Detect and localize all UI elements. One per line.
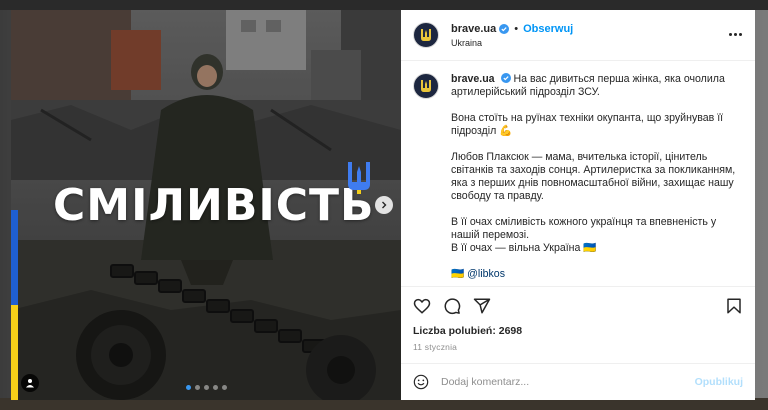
publish-button[interactable]: Opublikuj [695, 376, 743, 388]
verified-badge-icon [500, 73, 511, 83]
comment-icon[interactable] [443, 297, 461, 315]
post-actions: Liczba polubień: 2698 11 stycznia [401, 286, 755, 363]
chevron-right-icon [382, 201, 387, 209]
trident-icon [348, 162, 370, 194]
avatar[interactable] [413, 22, 439, 48]
post-modal: СМІЛИВІСТЬ brave.ua • Obserwuj Ukraina b… [11, 10, 755, 400]
header-separator: • [514, 22, 519, 35]
header-username[interactable]: brave.ua [451, 23, 496, 35]
next-image-button[interactable] [375, 196, 393, 214]
carousel-dot [212, 385, 218, 390]
carousel-dots [11, 385, 401, 390]
more-options-icon[interactable] [727, 26, 743, 42]
caption-paragraph-4b: В її очах — вільна Україна 🇺🇦 [451, 242, 597, 254]
caption-paragraph-3: Любов Плаксюк — мама, вчителька історії,… [451, 151, 736, 202]
avatar[interactable] [413, 73, 439, 99]
user-tag-icon [26, 379, 34, 388]
caption-mention-link[interactable]: @libkos [467, 268, 505, 280]
heart-icon[interactable] [413, 297, 431, 315]
caption-paragraph-2: Вона стоїть на руїнах техніки окупанта, … [451, 112, 724, 137]
post-caption: brave.ua На вас дивиться перша жінка, як… [451, 73, 741, 286]
likes-count[interactable]: Liczba polubień: 2698 [413, 325, 743, 337]
backdrop-top-strip [0, 0, 768, 10]
mention-flag: 🇺🇦 [451, 268, 465, 280]
carousel-dot [185, 385, 191, 390]
follow-button[interactable]: Obserwuj [523, 23, 573, 35]
comment-input[interactable] [439, 375, 695, 389]
caption-paragraph-4a: В її очах сміливість кожного українця та… [451, 216, 717, 241]
flag-stripe-blue [11, 210, 18, 305]
caption-username[interactable]: brave.ua [451, 73, 495, 85]
tagged-users-button[interactable] [21, 374, 39, 392]
emoji-icon[interactable] [413, 374, 429, 390]
share-icon[interactable] [473, 297, 491, 315]
post-media[interactable]: СМІЛИВІСТЬ [11, 10, 401, 400]
post-location[interactable]: Ukraina [451, 38, 573, 48]
trident-icon [421, 29, 431, 41]
bookmark-icon[interactable] [725, 297, 743, 315]
post-headline: СМІЛИВІСТЬ [53, 180, 375, 231]
trident-icon [421, 80, 431, 92]
post-info-panel: brave.ua • Obserwuj Ukraina brave.ua На … [401, 10, 755, 400]
carousel-dot [221, 385, 227, 390]
caption-section: brave.ua На вас дивиться перша жінка, як… [401, 61, 755, 286]
carousel-dot [194, 385, 200, 390]
carousel-dot [203, 385, 209, 390]
post-date: 11 stycznia [413, 342, 458, 352]
comment-bar: Opublikuj [401, 363, 755, 400]
post-header: brave.ua • Obserwuj Ukraina [401, 10, 755, 61]
verified-badge-icon [499, 23, 510, 34]
